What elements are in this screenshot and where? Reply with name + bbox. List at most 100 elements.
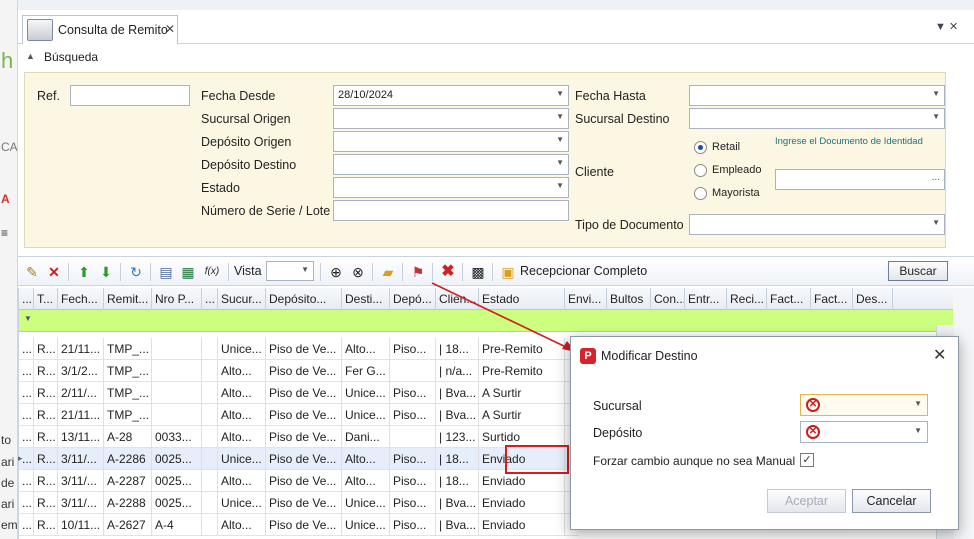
- dialog-sucursal-select[interactable]: ✕ ▼: [800, 394, 928, 416]
- tipo-documento-select[interactable]: ▼: [689, 214, 945, 235]
- chevron-down-icon[interactable]: ▼: [556, 158, 564, 167]
- cliente-radio-empleado[interactable]: [694, 164, 707, 177]
- edit-icon[interactable]: ✎: [22, 262, 42, 282]
- collapse-icon[interactable]: ▲: [26, 51, 35, 61]
- column-header[interactable]: Des...: [853, 288, 893, 310]
- grid-filter-row[interactable]: ▼: [19, 310, 954, 332]
- dialog-close-icon[interactable]: ✕: [933, 345, 946, 365]
- fecha-hasta-label: Fecha Hasta: [575, 89, 646, 103]
- column-header[interactable]: Clien...: [436, 288, 479, 310]
- cliente-radio-mayorista[interactable]: [694, 187, 707, 200]
- chevron-down-icon[interactable]: ▼: [914, 399, 922, 408]
- table-row[interactable]: ... R... 2/11/... TMP_... Alto... Piso de Ve.…: [19, 382, 579, 404]
- cliente-lookup-button[interactable]: ...: [932, 172, 940, 183]
- table-row[interactable]: ... R... 21/11... TMP_... Alto... Piso de Ve.…: [19, 404, 579, 426]
- table-row[interactable]: ... R... 10/11... A-2627 A-4 Alto... Piso de V…: [19, 514, 579, 536]
- forzar-cambio-checkbox[interactable]: ✓: [800, 453, 814, 467]
- table-cell: 13/11...: [58, 426, 104, 448]
- filter-icon[interactable]: ▼: [24, 314, 32, 323]
- sucursal-origen-select[interactable]: ▼: [333, 108, 569, 129]
- fecha-hasta-input[interactable]: ▼: [689, 85, 945, 106]
- move-down-icon[interactable]: ⬇: [96, 262, 116, 282]
- change-destination-icon[interactable]: ⚑: [408, 262, 428, 282]
- document-icon[interactable]: ▤: [156, 262, 176, 282]
- column-header[interactable]: Estado: [479, 288, 565, 310]
- deposito-origen-select[interactable]: ▼: [333, 131, 569, 152]
- toolbar-separator: [372, 263, 373, 281]
- aceptar-button[interactable]: Aceptar: [767, 489, 846, 513]
- chevron-down-icon[interactable]: ▼: [556, 135, 564, 144]
- ref-input[interactable]: [70, 85, 190, 106]
- chevron-down-icon[interactable]: ▼: [556, 112, 564, 121]
- column-header[interactable]: Desti...: [342, 288, 390, 310]
- column-header[interactable]: Remit...: [104, 288, 152, 310]
- table-row[interactable]: ... R... 3/11/... A-2287 0025... Alto... Piso …: [19, 470, 579, 492]
- deposito-destino-select[interactable]: ▼: [333, 154, 569, 175]
- sucursal-origen-label: Sucursal Origen: [201, 112, 291, 126]
- tab-consulta-remito[interactable]: Consulta de Remito ✕: [22, 15, 178, 44]
- table-cell: [152, 338, 202, 360]
- estado-select[interactable]: ▼: [333, 177, 569, 198]
- column-header[interactable]: Fact...: [767, 288, 811, 310]
- column-header[interactable]: Bultos: [607, 288, 651, 310]
- table-row[interactable]: ... R... 3/1/2... TMP_... Alto... Piso de Ve.…: [19, 360, 579, 382]
- table-cell: Piso de Ve...: [266, 360, 342, 382]
- chevron-down-icon[interactable]: ▼: [932, 218, 940, 227]
- move-up-icon[interactable]: ⬆: [74, 262, 94, 282]
- chevron-down-icon[interactable]: ▼: [301, 265, 309, 274]
- table-cell: [390, 426, 436, 448]
- column-header[interactable]: T...: [34, 288, 58, 310]
- column-header[interactable]: Nro P...: [152, 288, 202, 310]
- column-header[interactable]: Reci...: [727, 288, 767, 310]
- table-cell: [202, 448, 218, 470]
- sucursal-destino-select[interactable]: ▼: [689, 108, 945, 129]
- excel-icon[interactable]: ▦: [178, 262, 198, 282]
- column-header[interactable]: Entr...: [685, 288, 727, 310]
- folder-icon[interactable]: ▰: [378, 262, 398, 282]
- column-header[interactable]: ...: [202, 288, 218, 310]
- zoom-reset-icon[interactable]: ⊗: [348, 262, 368, 282]
- refresh-icon[interactable]: ↻: [126, 262, 146, 282]
- cliente-documento-input[interactable]: ...: [775, 169, 945, 190]
- package-icon[interactable]: ▣: [498, 262, 518, 282]
- chevron-down-icon[interactable]: ▼: [556, 89, 564, 98]
- cancel-icon[interactable]: ✖: [438, 262, 458, 282]
- vista-select[interactable]: ▼: [266, 261, 314, 281]
- column-header[interactable]: Fech...: [58, 288, 104, 310]
- chevron-down-icon[interactable]: ▼: [932, 89, 940, 98]
- numero-serie-input[interactable]: [333, 200, 569, 221]
- fecha-desde-input[interactable]: 28/10/2024 ▼: [333, 85, 569, 106]
- table-cell: A-2287: [104, 470, 152, 492]
- table-row[interactable]: ... R... 13/11... A-28 0033... Alto... Piso de…: [19, 426, 579, 448]
- column-header[interactable]: Depósito...: [266, 288, 342, 310]
- column-header[interactable]: Sucur...: [218, 288, 266, 310]
- column-header[interactable]: Fact...: [811, 288, 853, 310]
- table-row[interactable]: ... R... 21/11... TMP_... Unice... Piso de Ve…: [19, 338, 579, 360]
- table-cell: [202, 492, 218, 514]
- error-icon: ✕: [806, 425, 820, 439]
- table-row[interactable]: ... R... 3/11/... A-2288 0025... Unice... Piso…: [19, 492, 579, 514]
- column-header[interactable]: Con...: [651, 288, 685, 310]
- delete-icon[interactable]: ✕: [44, 262, 64, 282]
- column-header[interactable]: Envi...: [565, 288, 607, 310]
- table-cell: R...: [34, 360, 58, 382]
- recepcionar-completo-button[interactable]: Recepcionar Completo: [520, 264, 647, 278]
- barcode-icon[interactable]: ▩: [468, 262, 488, 282]
- cancelar-button[interactable]: Cancelar: [852, 489, 931, 513]
- column-header[interactable]: ...: [19, 288, 34, 310]
- dialog-deposito-select[interactable]: ✕ ▼: [800, 421, 928, 443]
- tab-controls[interactable]: ▼ ✕: [935, 20, 958, 33]
- buscar-button[interactable]: Buscar: [888, 261, 948, 281]
- table-cell: Alto...: [218, 404, 266, 426]
- table-row[interactable]: ▸... R... 3/11/... A-2286 0025... Unice... Pis…: [18, 448, 579, 470]
- chevron-down-icon[interactable]: ▼: [914, 426, 922, 435]
- chevron-down-icon[interactable]: ▼: [932, 112, 940, 121]
- zoom-in-icon[interactable]: ⊕: [326, 262, 346, 282]
- chevron-down-icon[interactable]: ▼: [556, 181, 564, 190]
- tab-close-icon[interactable]: ✕: [165, 22, 175, 36]
- search-section-header[interactable]: ▲ Búsqueda: [18, 44, 974, 68]
- table-cell: Unice...: [342, 382, 390, 404]
- formula-icon[interactable]: f(x): [202, 262, 222, 282]
- column-header[interactable]: Depó...: [390, 288, 436, 310]
- cliente-radio-retail[interactable]: [694, 141, 707, 154]
